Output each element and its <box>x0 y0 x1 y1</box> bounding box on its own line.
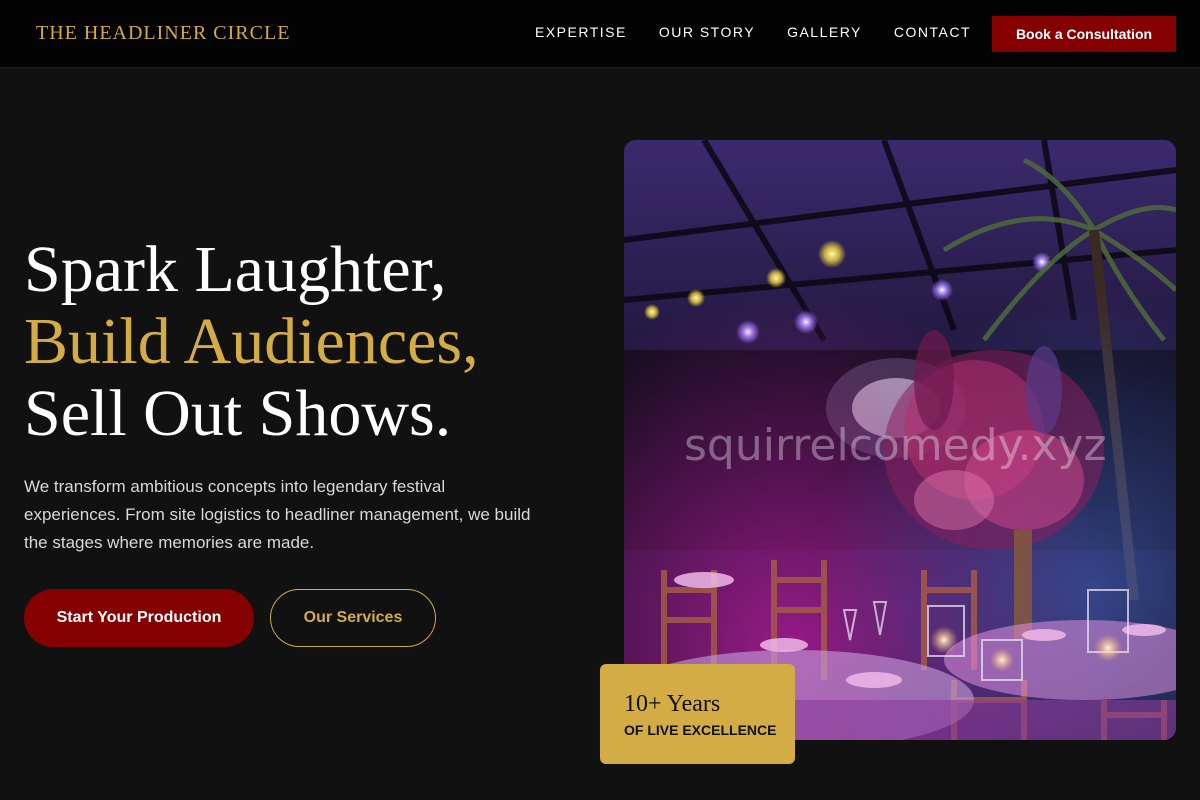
badge-years: 10+ Years <box>624 691 721 717</box>
brand-logo[interactable]: THE HEADLINER CIRCLE <box>36 22 290 45</box>
experience-badge: 10+ Years OF LIVE EXCELLENCE <box>600 664 795 764</box>
headline-line-2: Build Audiences, <box>24 305 479 378</box>
nav-item-contact[interactable]: CONTACT <box>894 24 971 40</box>
site-header: THE HEADLINER CIRCLE EXPERTISE OUR STORY… <box>0 0 1200 68</box>
start-production-button[interactable]: Start Your Production <box>24 589 254 647</box>
book-consultation-button[interactable]: Book a Consultation <box>992 16 1176 52</box>
watermark-text: squirrelcomedy.xyz <box>684 420 1107 471</box>
badge-caption: OF LIVE EXCELLENCE <box>624 722 777 738</box>
nav-item-gallery[interactable]: GALLERY <box>787 24 862 40</box>
our-services-button[interactable]: Our Services <box>270 589 436 647</box>
headline-line-3: Sell Out Shows. <box>24 377 452 450</box>
nav-item-our-story[interactable]: OUR STORY <box>659 24 755 40</box>
nav-item-expertise[interactable]: EXPERTISE <box>535 24 627 40</box>
hero-description: We transform ambitious concepts into leg… <box>24 477 531 552</box>
hero-headline: Spark Laughter, Build Audiences, Sell Ou… <box>24 234 479 450</box>
headline-line-1: Spark Laughter, <box>24 233 447 306</box>
main-nav: EXPERTISE OUR STORY GALLERY CONTACT <box>535 24 1003 40</box>
